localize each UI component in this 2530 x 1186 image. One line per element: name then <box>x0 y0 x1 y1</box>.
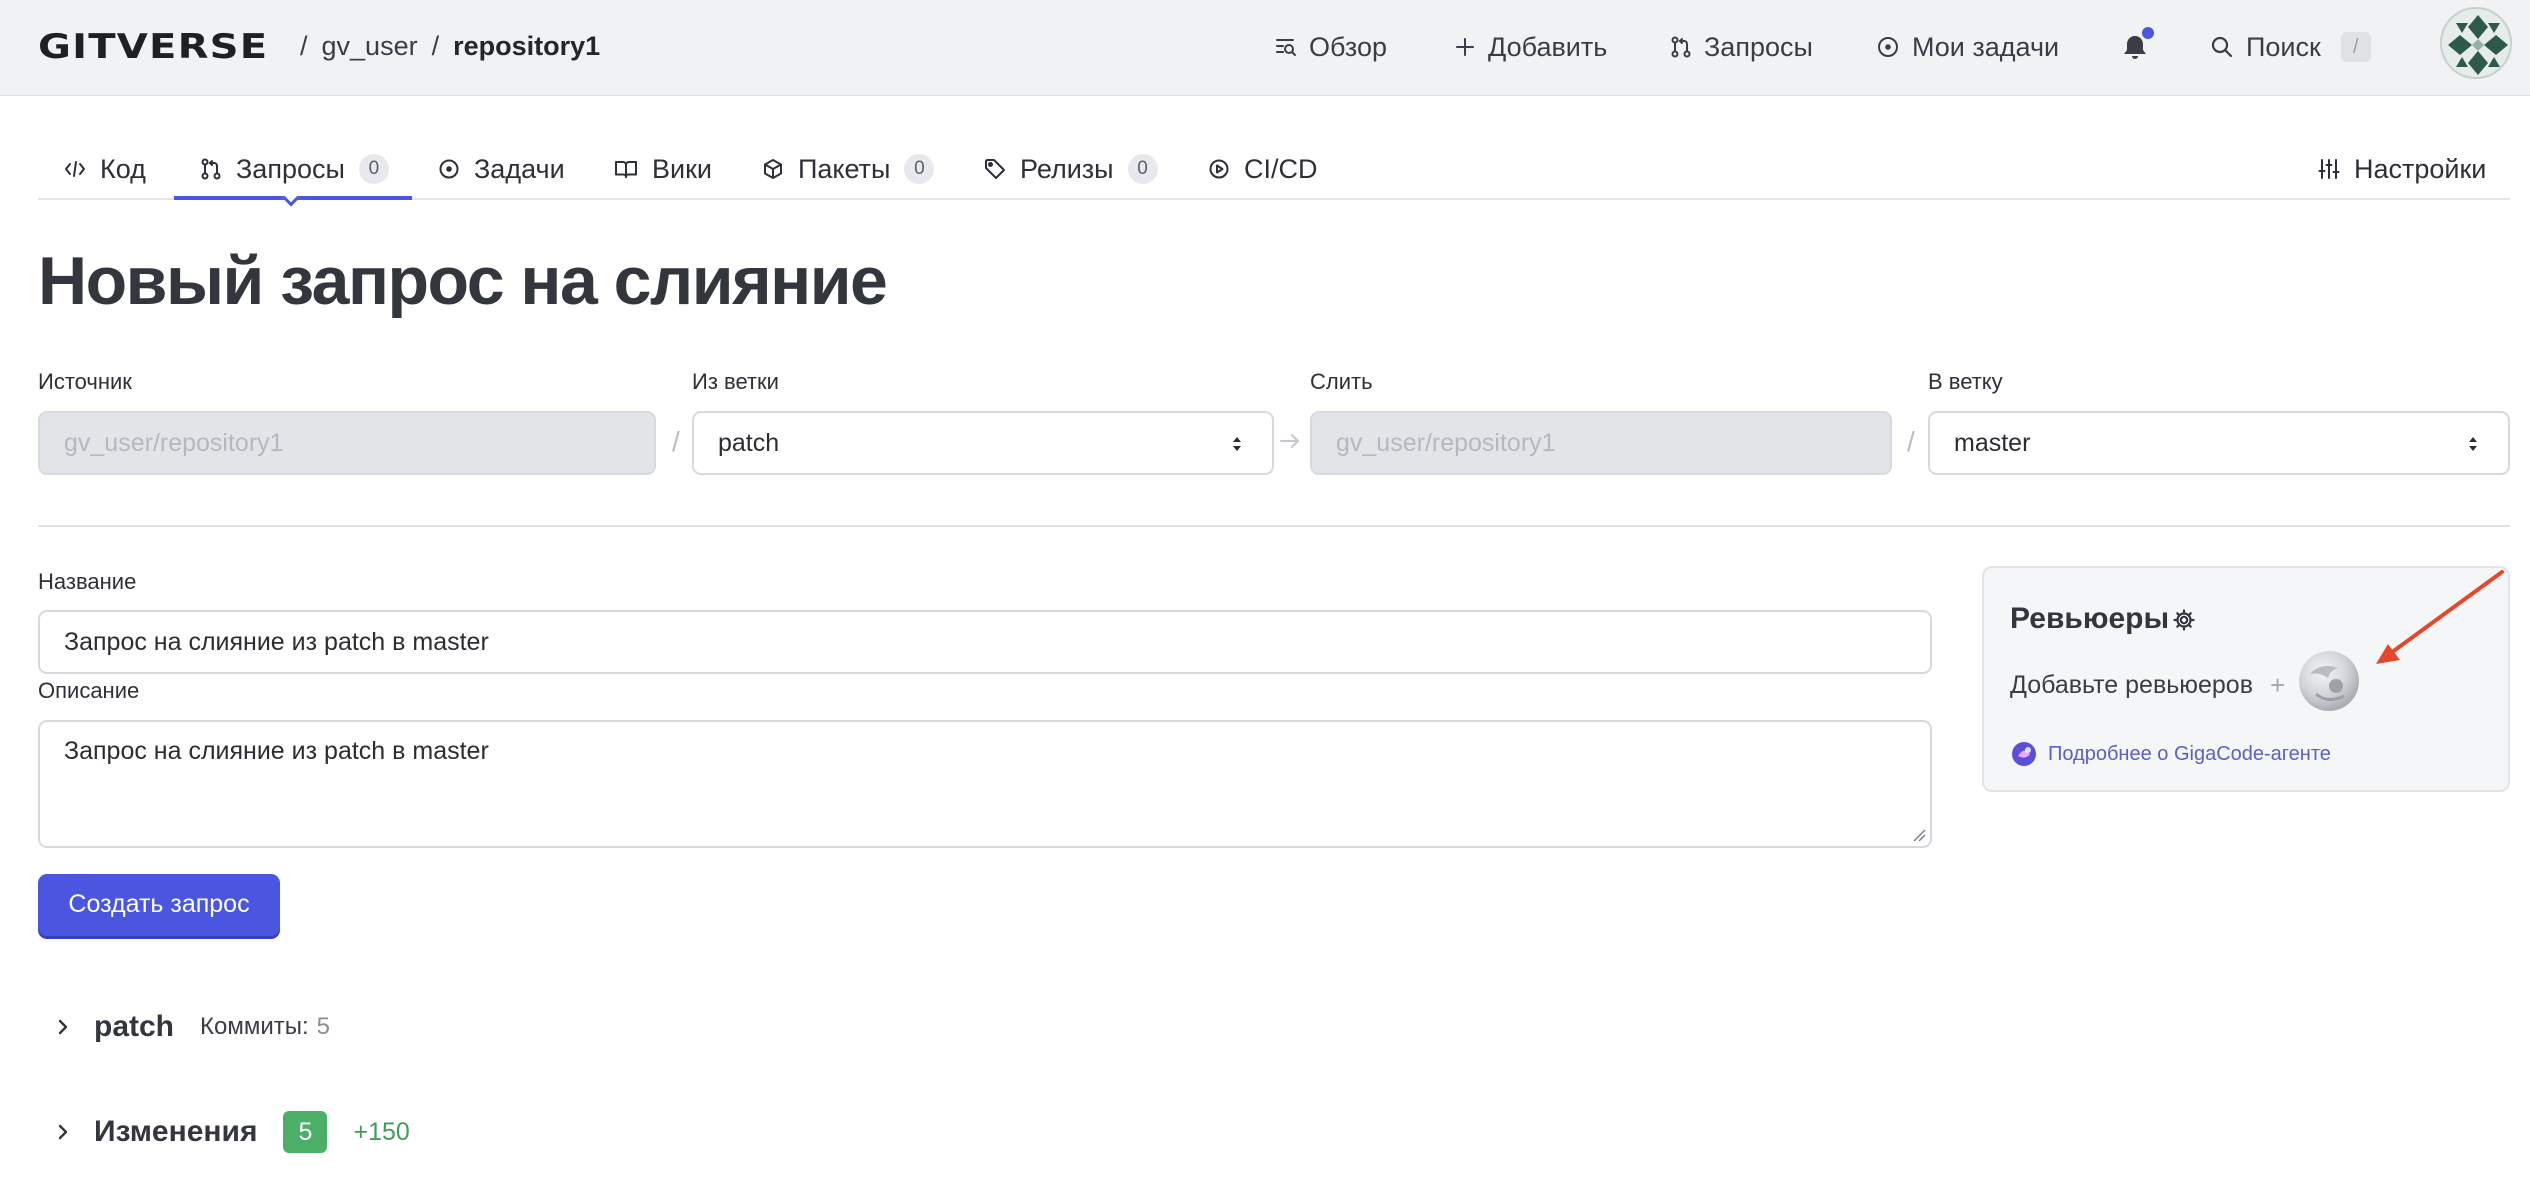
breadcrumb: / gv_user / repository1 <box>286 27 600 65</box>
repo-tabs: Код Запросы 0 Задачи Вики Пакеты 0 Релиз… <box>38 140 2510 207</box>
merge-repo-field: gv_user/repository1 <box>1310 411 1892 475</box>
play-circle-icon <box>1209 159 1229 179</box>
nav-overview-label: Обзор <box>1309 31 1387 62</box>
tab-cicd-label: CI/CD <box>1244 153 1318 184</box>
add-reviewer-plus[interactable]: + <box>2270 668 2285 702</box>
tab-releases[interactable]: Релизы 0 <box>984 140 1158 198</box>
tab-cicd[interactable]: CI/CD <box>1208 140 1318 198</box>
breadcrumb-separator: / <box>300 31 308 61</box>
code-icon <box>65 161 85 177</box>
title-label: Название <box>38 569 137 594</box>
source-repo-field: gv_user/repository1 <box>38 411 656 475</box>
package-icon <box>764 159 782 179</box>
tab-tasks-label: Задачи <box>474 153 565 184</box>
source-separator: / <box>672 426 680 457</box>
branch-commits-section[interactable]: patch Коммиты: 5 <box>52 1008 330 1046</box>
plus-icon <box>1456 38 1474 56</box>
select-arrows-icon <box>2469 437 2477 451</box>
issue-icon <box>1878 37 1898 57</box>
nav-search-label: Поиск <box>2246 31 2321 62</box>
tag-icon <box>985 159 1005 179</box>
nav-my-tasks[interactable]: Мои задачи <box>1876 27 2059 67</box>
sliders-icon <box>2318 159 2340 179</box>
to-branch-select[interactable]: master <box>1928 411 2510 475</box>
tab-packages-count: 0 <box>904 154 935 184</box>
branch-name: patch <box>94 1010 175 1043</box>
description-textarea[interactable]: Запрос на слияние из patch в master <box>38 720 1932 848</box>
gear-icon[interactable] <box>2172 608 2196 632</box>
tab-releases-count: 0 <box>1127 154 1158 184</box>
chevron-right-icon <box>58 1124 68 1140</box>
nav-my-tasks-label: Мои задачи <box>1912 31 2060 62</box>
reviewers-title: Ревьюеры <box>2010 602 2170 635</box>
arrow-right-icon <box>1280 434 1299 448</box>
commits-count: 5 <box>316 1013 331 1040</box>
description-text: Запрос на слияние из patch в master <box>64 737 489 765</box>
breadcrumb-separator: / <box>431 31 440 61</box>
section-divider <box>38 525 2510 527</box>
tab-wiki-label: Вики <box>652 153 712 184</box>
pull-request-icon <box>1671 36 1691 58</box>
tab-requests-label: Запросы <box>236 153 345 184</box>
issue-icon <box>439 159 459 179</box>
nav-requests[interactable]: Запросы <box>1670 27 1813 67</box>
tab-settings-label: Настройки <box>2354 153 2487 184</box>
tab-tasks[interactable]: Задачи <box>438 140 565 198</box>
from-branch-value: patch <box>718 429 780 457</box>
nav-add-label: Добавить <box>1488 31 1608 62</box>
tab-packages[interactable]: Пакеты 0 <box>762 140 935 198</box>
tab-requests[interactable]: Запросы 0 <box>200 140 389 198</box>
page-title: Новый запрос на слияние <box>38 243 888 319</box>
pull-request-icon <box>201 158 221 180</box>
nav-overview[interactable]: Обзор <box>1275 27 1387 67</box>
source-label: Источник <box>38 369 132 394</box>
nav-search[interactable]: Поиск / <box>2210 27 2371 67</box>
nav-requests-label: Запросы <box>1704 31 1813 62</box>
commits-label: Коммиты: 5 <box>200 1013 330 1041</box>
merge-separator: / <box>1907 426 1915 457</box>
changes-title: Изменения <box>94 1115 258 1148</box>
top-header: GITVERSE / gv_user / repository1 Обзор Доба… <box>0 0 2530 96</box>
create-request-button[interactable]: Создать запрос <box>38 874 280 936</box>
changes-section[interactable]: Изменения 5 +150 <box>52 1110 410 1154</box>
tab-code-label: Код <box>100 153 146 184</box>
gigacode-agent-link[interactable]: Подробнее о GigaCode-агенте <box>2048 740 2331 768</box>
from-branch-select[interactable]: patch <box>692 411 1274 475</box>
tab-requests-count: 0 <box>358 154 389 184</box>
select-arrows-icon <box>1233 437 1241 451</box>
search-shortcut-key: / <box>2340 32 2371 62</box>
breadcrumb-repo-link[interactable]: repository1 <box>453 31 600 61</box>
tab-settings[interactable]: Настройки <box>2318 140 2486 198</box>
resize-grip-icon[interactable] <box>1910 826 1926 842</box>
user-avatar[interactable] <box>2440 7 2512 79</box>
gigacode-logo-icon <box>2012 742 2036 766</box>
nav-add[interactable]: Добавить <box>1454 27 1607 67</box>
book-icon <box>615 161 637 178</box>
description-label: Описание <box>38 678 140 703</box>
additions-count: +150 <box>353 1117 410 1146</box>
gigacode-agent-avatar-icon[interactable] <box>2296 648 2362 714</box>
overview-icon <box>1276 39 1296 56</box>
notification-dot <box>2142 27 2154 39</box>
tab-code[interactable]: Код <box>64 140 146 198</box>
merge-label: Слить <box>1310 369 1373 394</box>
tab-releases-label: Релизы <box>1020 153 1114 184</box>
title-input[interactable]: Запрос на слияние из patch в master <box>38 610 1932 674</box>
from-branch-label: Из ветки <box>692 369 779 394</box>
gitverse-logo[interactable]: GITVERSE <box>38 30 276 64</box>
tab-packages-label: Пакеты <box>798 153 891 184</box>
changed-files-badge: 5 <box>283 1111 328 1153</box>
to-branch-value: master <box>1954 429 2031 457</box>
breadcrumb-user-link[interactable]: gv_user <box>322 31 418 61</box>
search-icon <box>2211 36 2233 58</box>
annotation-arrow <box>2376 570 2504 664</box>
commits-label-text: Коммиты: <box>200 1013 309 1040</box>
to-branch-label: В ветку <box>1928 369 2003 394</box>
tab-wiki[interactable]: Вики <box>614 140 712 198</box>
chevron-right-icon <box>58 1019 68 1035</box>
add-reviewers-text[interactable]: Добавьте ревьюеров <box>2010 668 2253 702</box>
